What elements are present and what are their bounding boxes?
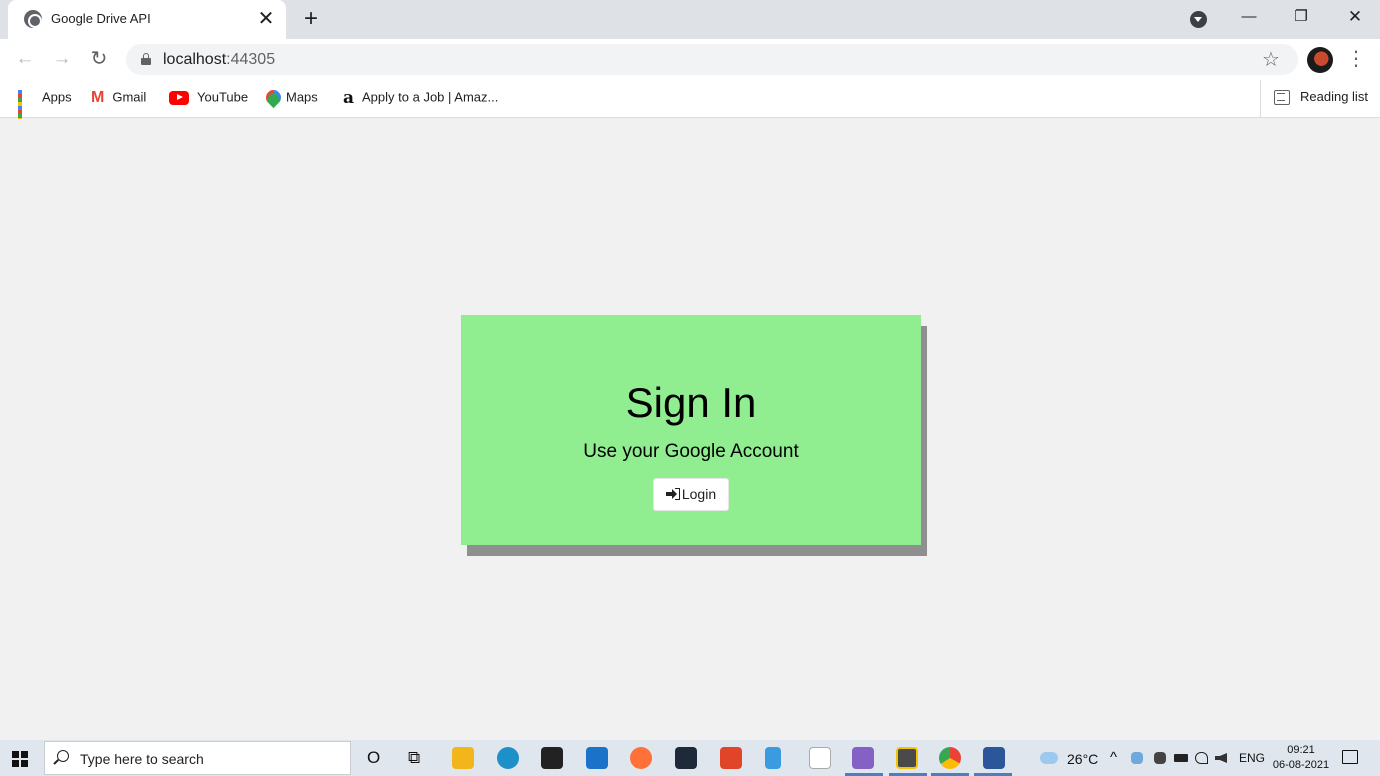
back-button[interactable]: ← [11, 45, 39, 73]
reading-list-button[interactable]: Reading list [1260, 80, 1368, 117]
tab-close-button[interactable]: ✕ [256, 6, 276, 32]
dropbox-icon[interactable] [675, 747, 697, 769]
browser-toolbar: ← → ↻ localhost:44305 ☆ ⋮ [0, 39, 1380, 80]
login-button[interactable]: Login [653, 478, 729, 511]
bookmark-label: Gmail [112, 89, 147, 105]
todo-app-icon[interactable] [896, 747, 918, 769]
bookmark-youtube[interactable]: YouTube [169, 89, 248, 109]
mail-icon[interactable] [586, 747, 608, 769]
language-indicator[interactable]: ENG [1239, 751, 1265, 765]
browser-tab[interactable]: Google Drive API ✕ [8, 0, 286, 39]
bookmark-star-icon[interactable]: ☆ [1262, 47, 1280, 72]
sign-in-subtitle: Use your Google Account [583, 441, 799, 462]
profile-avatar[interactable] [1307, 47, 1333, 73]
taskbar-clock[interactable]: 09:21 06-08-2021 [1270, 743, 1332, 773]
sign-in-card: Sign In Use your Google Account Login [461, 315, 921, 545]
reload-button[interactable]: ↻ [85, 45, 113, 73]
reading-list-icon [1274, 90, 1290, 105]
volume-icon[interactable] [1215, 753, 1227, 763]
amazon-icon: a [343, 87, 355, 108]
office-icon[interactable] [720, 747, 742, 769]
gmail-icon: M [91, 88, 105, 106]
word-icon[interactable] [983, 747, 1005, 769]
phone-app-icon[interactable] [765, 747, 781, 769]
battery-icon[interactable] [1174, 754, 1188, 762]
login-label: Login [681, 486, 717, 502]
file-explorer-icon[interactable] [452, 747, 474, 769]
page-title: Sign In [625, 379, 757, 426]
bookmark-amazon-jobs[interactable]: a Apply to a Job | Amaz... [343, 89, 498, 109]
tab-strip: Google Drive API ✕ + — ❐ ✕ [0, 0, 1380, 39]
tab-title: Google Drive API [51, 11, 151, 26]
bookmark-label: Maps [286, 89, 318, 105]
tab-search-icon[interactable] [1190, 11, 1207, 28]
chrome-menu-button[interactable]: ⋮ [1346, 45, 1366, 73]
windows-start-button[interactable] [12, 751, 28, 767]
chrome-icon[interactable] [939, 747, 961, 769]
bookmarks-bar: Apps M Gmail YouTube Maps a Apply to a Job… [0, 80, 1380, 126]
clock-date: 06-08-2021 [1272, 759, 1330, 771]
bookmark-label: Apply to a Job | Amaz... [362, 89, 499, 105]
visual-studio-icon[interactable] [852, 747, 874, 769]
taskbar: Type here to search O ⧉ 26°C ^ ENG 09:21… [0, 740, 1380, 776]
task-view-button[interactable]: ⧉ [408, 748, 420, 768]
address-bar[interactable]: localhost:44305 ☆ [126, 44, 1298, 75]
bookmark-gmail[interactable]: M Gmail [91, 89, 146, 109]
taskbar-search-input[interactable]: Type here to search [44, 741, 351, 775]
close-window-button[interactable]: ✕ [1332, 0, 1378, 36]
bookmark-label: YouTube [197, 89, 249, 105]
url-port: :44305 [226, 51, 276, 68]
url-host: localhost [163, 51, 227, 68]
wifi-icon[interactable] [1195, 752, 1208, 764]
minimize-button[interactable]: — [1226, 0, 1272, 36]
bookmark-label: Apps [42, 89, 72, 105]
forward-button[interactable]: → [48, 45, 76, 73]
store-icon[interactable] [541, 747, 563, 769]
reading-list-label: Reading list [1300, 89, 1368, 104]
meet-now-icon[interactable] [1154, 752, 1166, 764]
maps-pin-icon [266, 90, 278, 106]
restore-button[interactable]: ❐ [1278, 0, 1324, 36]
tray-app-icon[interactable] [1131, 752, 1143, 764]
search-icon [57, 750, 69, 762]
firefox-icon[interactable] [630, 747, 652, 769]
cortana-button[interactable]: O [367, 748, 380, 768]
amazon-app-icon[interactable] [809, 747, 831, 769]
bookmark-maps[interactable]: Maps [266, 89, 318, 109]
notification-center-icon[interactable] [1342, 750, 1358, 764]
weather-temperature[interactable]: 26°C [1067, 751, 1098, 767]
lock-icon[interactable] [141, 53, 151, 65]
tray-chevron-icon[interactable]: ^ [1110, 749, 1117, 766]
bookmark-apps[interactable]: Apps [18, 89, 72, 126]
url-text[interactable]: localhost:44305 [163, 51, 275, 69]
search-placeholder: Type here to search [80, 751, 204, 767]
edge-icon[interactable] [497, 747, 519, 769]
clock-time: 09:21 [1287, 744, 1315, 756]
weather-icon[interactable] [1040, 752, 1058, 764]
sign-in-icon [665, 488, 680, 500]
globe-icon [24, 10, 42, 28]
new-tab-button[interactable]: + [298, 4, 324, 34]
page-viewport: Sign In Use your Google Account Login [0, 119, 1380, 740]
apps-grid-icon [18, 89, 34, 126]
youtube-icon [169, 90, 189, 105]
